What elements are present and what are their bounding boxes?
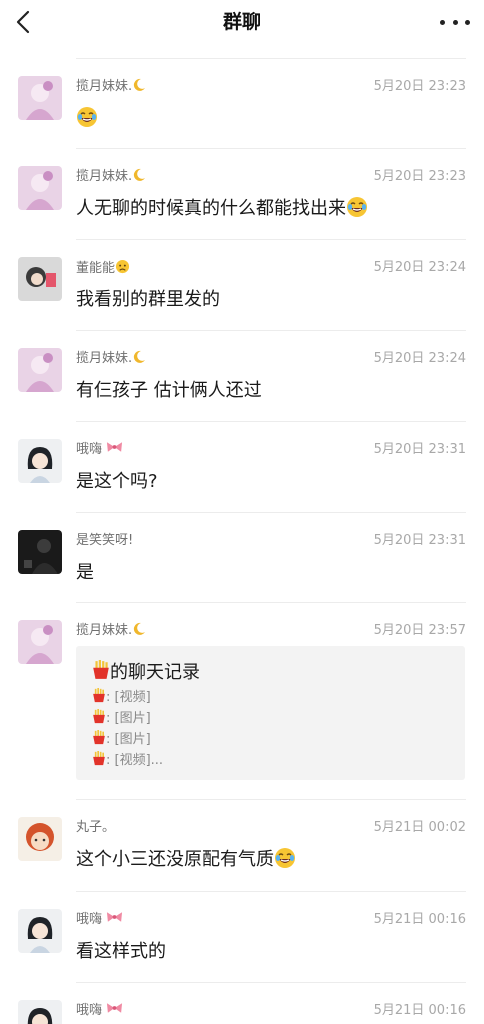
divider <box>76 982 466 983</box>
sender-name: 揽月妹妹. <box>76 350 146 368</box>
avatar[interactable] <box>18 166 62 210</box>
sender-name: 揽月妹妹. <box>76 78 146 96</box>
message-text: 是 <box>76 562 94 583</box>
card-line: : [图片] <box>92 709 151 728</box>
sender-name: 丸子。 <box>76 820 116 835</box>
fries-icon <box>92 730 106 745</box>
laughing-tears-icon <box>274 847 296 869</box>
fries-icon <box>92 660 110 680</box>
avatar[interactable] <box>18 257 62 301</box>
chat-message[interactable]: 哦嗨 5月21日 00:16 看这样式的 <box>0 891 484 982</box>
message-text: 有仨孩子 估计俩人还过 <box>76 380 262 401</box>
sender-name: 哦嗨 <box>76 1002 123 1020</box>
avatar[interactable] <box>18 1000 62 1024</box>
avatar[interactable] <box>18 620 62 664</box>
sender-name: 哦嗨 <box>76 911 123 929</box>
avatar[interactable] <box>18 909 62 953</box>
message-text: 人无聊的时候真的什么都能找出来 <box>76 196 368 222</box>
bow-icon <box>106 1002 123 1014</box>
avatar[interactable] <box>18 348 62 392</box>
chat-record-card[interactable]: 的聊天记录 : [视频] : [图片] : [图片] : [视频]... <box>76 646 465 780</box>
message-time: 5月20日 23:24 <box>373 351 466 366</box>
more-dots-icon[interactable] <box>440 8 470 36</box>
fries-icon <box>92 709 106 724</box>
avatar[interactable] <box>18 530 62 574</box>
sender-name: 哦嗨 <box>76 441 123 459</box>
message-time: 5月20日 23:31 <box>373 442 466 457</box>
bow-icon <box>106 441 123 453</box>
chat-message[interactable]: 揽月妹妹. 5月20日 23:23 <box>0 58 484 148</box>
sender-name: 揽月妹妹. <box>76 168 146 186</box>
sender-name: 董能能 <box>76 259 130 278</box>
message-time: 5月20日 23:24 <box>373 260 466 275</box>
chat-message[interactable]: 哦嗨 5月20日 23:31 是这个吗? <box>0 421 484 512</box>
message-time: 5月21日 00:02 <box>373 820 466 835</box>
page-title: 群聊 <box>222 11 261 33</box>
message-time: 5月20日 23:31 <box>373 533 466 548</box>
chat-message[interactable]: 是笑笑呀! 5月20日 23:31 是 <box>0 512 484 602</box>
card-line: : [视频] <box>92 688 151 707</box>
divider <box>76 891 466 892</box>
sender-name: 是笑笑呀! <box>76 533 134 548</box>
message-time: 5月21日 00:16 <box>373 1003 466 1018</box>
divider <box>76 602 466 603</box>
message-text: 是这个吗? <box>76 471 158 492</box>
fries-icon <box>92 751 106 766</box>
divider <box>76 421 466 422</box>
chat-message[interactable]: 揽月妹妹. 5月20日 23:23 人无聊的时候真的什么都能找出来 <box>0 148 484 239</box>
divider <box>76 330 466 331</box>
card-title: 的聊天记录 <box>92 660 200 685</box>
message-time: 5月20日 23:57 <box>373 623 466 638</box>
fries-icon <box>92 688 106 703</box>
message-text: 看这样式的 <box>76 941 166 962</box>
sender-name: 揽月妹妹. <box>76 622 146 640</box>
divider <box>76 58 466 59</box>
chat-message[interactable]: 丸子。 5月21日 00:02 这个小三还没原配有气质 <box>0 799 484 891</box>
message-time: 5月20日 23:23 <box>373 79 466 94</box>
moon-icon <box>132 350 146 364</box>
message-text: 我看别的群里发的 <box>76 289 220 310</box>
chat-message[interactable]: 哦嗨 5月21日 00:16 <box>0 982 484 1024</box>
moon-icon <box>132 622 146 636</box>
laughing-tears-icon <box>76 106 98 128</box>
divider <box>76 239 466 240</box>
sad-face-icon <box>115 259 130 274</box>
message-text: 这个小三还没原配有气质 <box>76 847 296 873</box>
moon-icon <box>132 168 146 182</box>
divider <box>76 512 466 513</box>
nav-bar: 群聊 <box>0 0 484 44</box>
avatar[interactable] <box>18 817 62 861</box>
chat-message[interactable]: 揽月妹妹. 5月20日 23:24 有仨孩子 估计俩人还过 <box>0 330 484 421</box>
message-time: 5月21日 00:16 <box>373 912 466 927</box>
avatar[interactable] <box>18 439 62 483</box>
chat-message[interactable]: 董能能 5月20日 23:24 我看别的群里发的 <box>0 239 484 330</box>
moon-icon <box>132 78 146 92</box>
card-line: : [图片] <box>92 730 151 749</box>
chat-message[interactable]: 揽月妹妹. 5月20日 23:57 的聊天记录 : [视频] : [图片] : … <box>0 602 484 799</box>
bow-icon <box>106 911 123 923</box>
card-line: : [视频]... <box>92 751 163 770</box>
message-text <box>76 106 98 132</box>
message-time: 5月20日 23:23 <box>373 169 466 184</box>
divider <box>76 148 466 149</box>
laughing-tears-icon <box>346 196 368 218</box>
avatar[interactable] <box>18 76 62 120</box>
divider <box>76 799 466 800</box>
